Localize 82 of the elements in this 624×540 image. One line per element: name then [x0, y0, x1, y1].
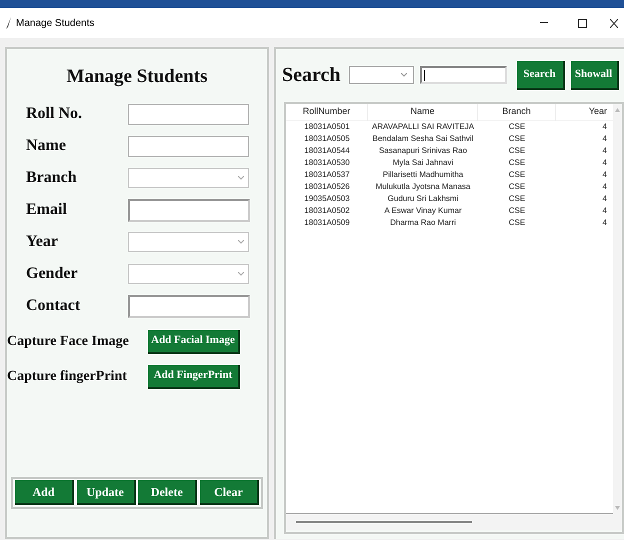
table-cell-text: Pillarisetti Madhumitha: [382, 169, 464, 181]
search-bar-button[interactable]: Search: [516, 60, 565, 90]
table-cell-text: 18031A0502: [303, 205, 351, 217]
field-label: Name: [26, 136, 67, 156]
table-cell-text: 19035A0503: [303, 193, 351, 205]
table-cell-text: 18031A0509: [303, 217, 351, 229]
table-cell-text: 4: [602, 193, 608, 205]
text-field[interactable]: [128, 104, 249, 124]
field-label: Roll No.: [26, 104, 83, 124]
text-field[interactable]: [128, 198, 250, 222]
maximize-icon: [578, 18, 586, 28]
minimize-icon: [540, 22, 548, 24]
capture-label: Capture fingerPrint: [7, 368, 128, 386]
table-cell-text: 4: [602, 157, 608, 169]
column-header[interactable]: Year: [556, 104, 613, 120]
table-cell-text: 4: [602, 205, 608, 217]
table-cell-text: A Eswar Vinay Kumar: [383, 205, 463, 217]
text-field[interactable]: [128, 136, 249, 156]
table-cell-text: 18031A0530: [303, 157, 351, 169]
capture-label: Capture Face Image: [7, 333, 130, 351]
table-cell-text: 18031A0501: [303, 121, 351, 133]
up-arrow-icon[interactable]: [615, 108, 620, 112]
dropdown[interactable]: [128, 168, 249, 188]
close-icon: [610, 18, 618, 28]
table-cell-text: 4: [602, 133, 608, 145]
table-cell-text: 4: [602, 217, 608, 229]
scrollbar-thumb[interactable]: [296, 521, 472, 523]
search-input[interactable]: [420, 66, 507, 84]
table-cell-text: 18031A0544: [303, 145, 351, 157]
column-header[interactable]: RollNumber: [286, 104, 368, 120]
table-cell-text: 18031A0537: [303, 169, 351, 181]
capture-button[interactable]: Add FingerPrint: [148, 364, 240, 388]
down-arrow-icon[interactable]: [615, 506, 620, 510]
field-label: Gender: [26, 264, 79, 284]
table-cell-text: Guduru Sri Lakhsmi: [386, 193, 460, 205]
field-label: Year: [26, 232, 59, 252]
table-cell-text: CSE: [508, 169, 526, 181]
field-label: Email: [26, 200, 68, 220]
table-cell-text: CSE: [508, 205, 526, 217]
dropdown[interactable]: [128, 232, 249, 252]
table-cell-text: Myla Sai Jahnavi: [392, 157, 454, 169]
table-cell-text: CSE: [508, 133, 526, 145]
table-cell-text: 18031A0526: [303, 181, 351, 193]
table-cell-text: 4: [602, 121, 608, 133]
capture-button[interactable]: Add Facial Image: [148, 330, 240, 354]
table-cell-text: Sasanapuri Srinivas Rao: [378, 145, 468, 157]
table-cell-text: Dharma Rao Marri: [389, 217, 457, 229]
table-cell-text: CSE: [508, 217, 526, 229]
table-cell-text: 4: [602, 169, 608, 181]
table-cell-text: 18031A0505: [303, 133, 351, 145]
search-bar-button[interactable]: Showall: [570, 60, 619, 90]
vertical-scrollbar[interactable]: [613, 104, 622, 514]
table-cell-text: CSE: [508, 157, 526, 169]
column-header[interactable]: Name: [368, 104, 478, 120]
table-cell-text: 4: [602, 181, 608, 193]
dropdown[interactable]: [128, 264, 249, 284]
table-cell-text: Mulukutla Jyotsna Manasa: [374, 181, 472, 193]
text-field[interactable]: [128, 294, 250, 318]
chevron-icon: [238, 240, 244, 244]
table-cell-text: CSE: [508, 121, 526, 133]
table-cell-text: CSE: [508, 145, 526, 157]
feather-icon: [6, 17, 12, 29]
search-label: Search: [282, 63, 341, 88]
horizontal-scrollbar[interactable]: [286, 514, 622, 530]
table-cell-text: CSE: [508, 193, 526, 205]
table-cell-text: Bendalam Sesha Sai Sathvil: [372, 133, 474, 145]
form-title: Manage Students: [66, 65, 208, 89]
column-header[interactable]: Branch: [478, 104, 556, 120]
chevron-icon: [238, 176, 244, 180]
action-button[interactable]: Delete: [138, 480, 198, 505]
table-cell-text: 4: [602, 145, 608, 157]
field-label: Contact: [26, 296, 82, 316]
chevron-icon: [238, 272, 244, 276]
chevron-icon: [400, 73, 407, 77]
action-button[interactable]: Clear: [200, 480, 259, 505]
table-cell-text: CSE: [508, 181, 526, 193]
window-title: Manage Students: [16, 16, 94, 30]
field-label: Branch: [26, 168, 78, 188]
action-button[interactable]: Update: [76, 480, 136, 505]
action-button[interactable]: Add: [15, 480, 74, 505]
table-cell-text: ARAVAPALLI SAI RAVITEJA: [370, 121, 476, 133]
search-field-dropdown[interactable]: [348, 66, 414, 84]
